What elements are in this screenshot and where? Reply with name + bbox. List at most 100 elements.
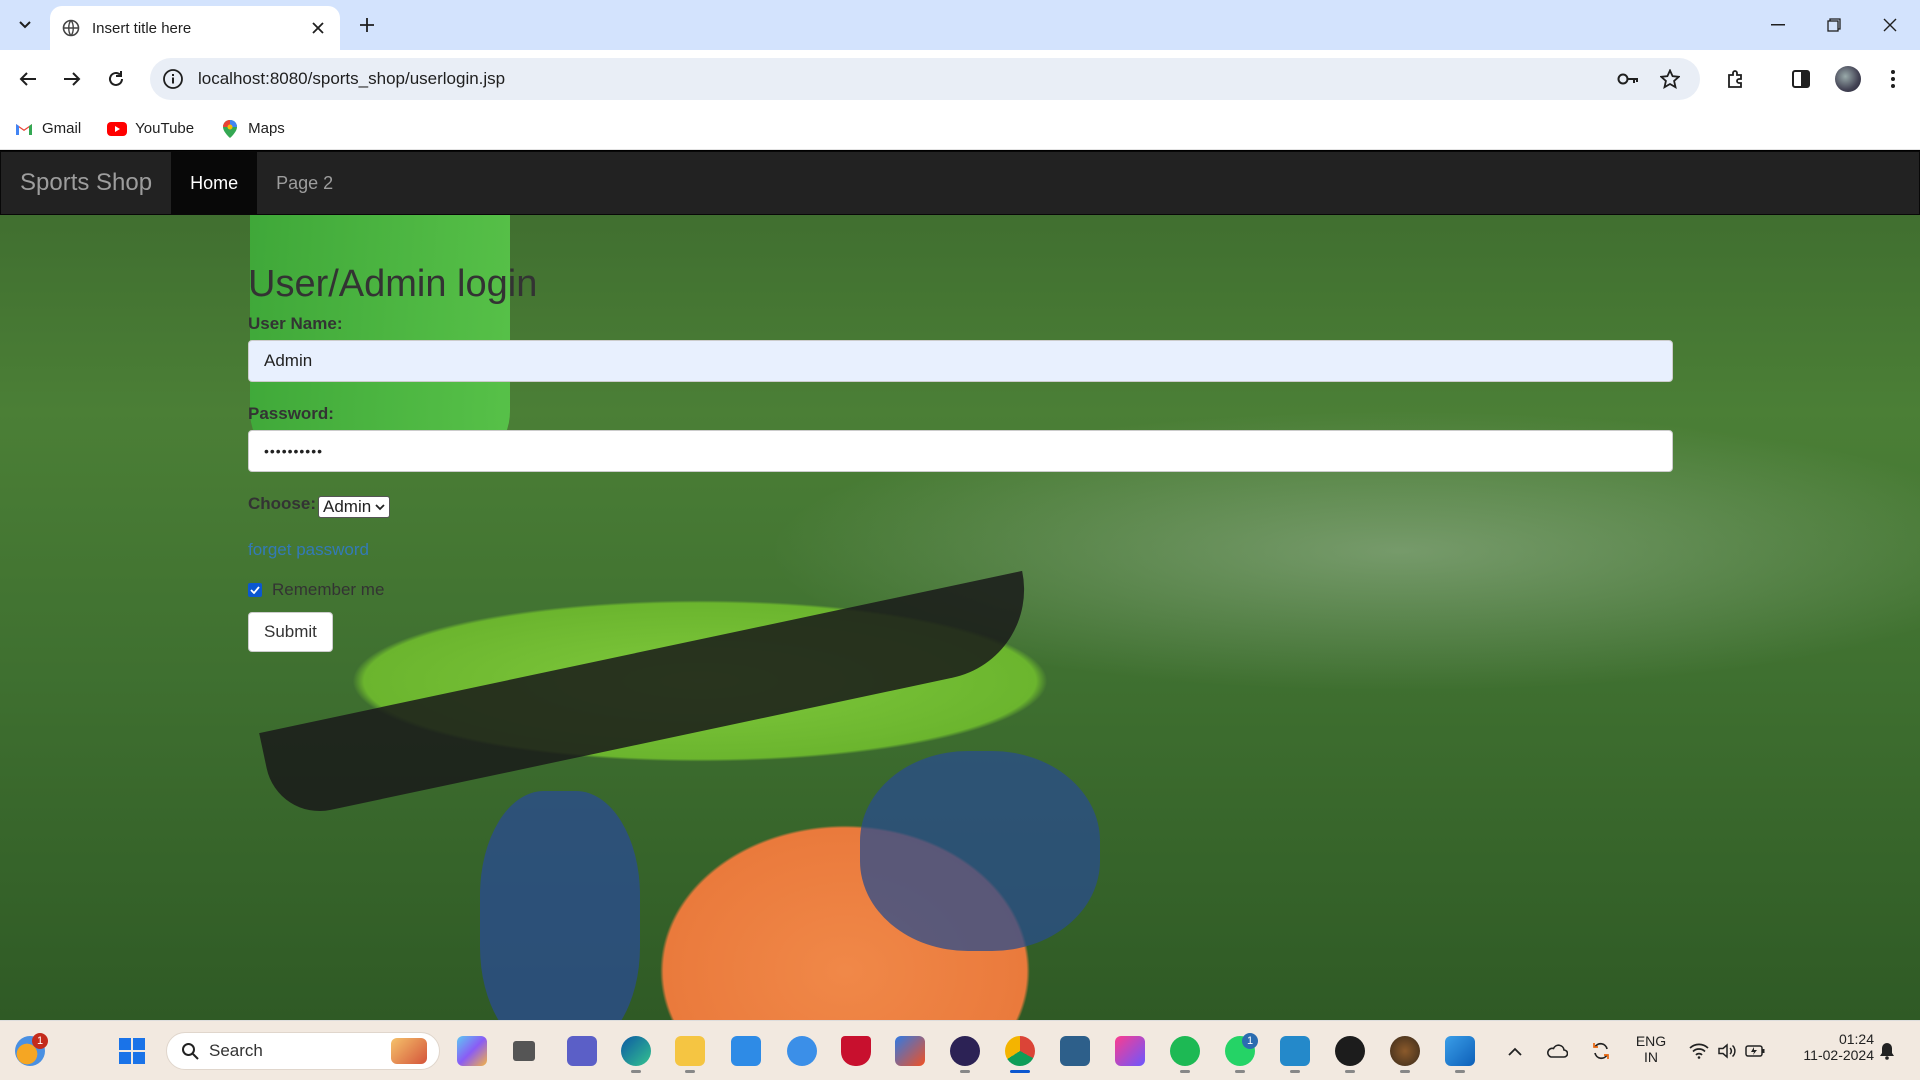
search-highlight-icon xyxy=(391,1038,427,1064)
taskbar-media-player[interactable] xyxy=(1330,1031,1370,1073)
start-button[interactable] xyxy=(112,1031,152,1071)
taskbar-teams[interactable] xyxy=(562,1031,602,1071)
running-indicator xyxy=(685,1070,695,1073)
password-label: Password: xyxy=(248,404,334,423)
site-info-icon[interactable] xyxy=(162,68,184,90)
wifi-tray[interactable] xyxy=(1686,1031,1712,1071)
restore-button[interactable] xyxy=(1806,0,1862,50)
taskbar-copilot[interactable] xyxy=(452,1031,492,1071)
role-select[interactable]: Admin xyxy=(318,496,391,518)
chevron-up-icon xyxy=(1508,1047,1522,1056)
puzzle-icon xyxy=(1728,70,1742,88)
profile-button[interactable] xyxy=(1831,62,1865,96)
bookmark-gmail[interactable]: Gmail xyxy=(14,120,81,137)
taskbar-edge[interactable] xyxy=(616,1031,656,1073)
choose-label: Choose: xyxy=(248,494,316,513)
url-text[interactable]: localhost:8080/sports_shop/userlogin.jsp xyxy=(198,69,1616,89)
taskbar-intellij[interactable] xyxy=(1110,1031,1150,1071)
mysql-icon xyxy=(1060,1036,1090,1066)
sync-tray[interactable] xyxy=(1586,1031,1616,1071)
nav-link-page-2[interactable]: Page 2 xyxy=(257,152,352,214)
copilot-icon xyxy=(457,1036,487,1066)
taskbar-myhp[interactable] xyxy=(726,1031,766,1071)
tab-title: Insert title here xyxy=(92,19,192,37)
onedrive-tray[interactable] xyxy=(1542,1031,1572,1071)
side-panel-button[interactable] xyxy=(1784,62,1818,96)
taskbar-spotify[interactable] xyxy=(1165,1031,1205,1073)
remember-me-checkbox[interactable] xyxy=(248,583,262,597)
taskbar-app[interactable] xyxy=(1385,1031,1425,1073)
new-tab-button[interactable] xyxy=(350,8,384,42)
sync-icon xyxy=(1593,1042,1609,1060)
chevron-down-icon xyxy=(375,503,385,510)
restore-icon xyxy=(1827,18,1841,32)
mcafee-icon xyxy=(841,1036,871,1066)
language-indicator[interactable]: ENG IN xyxy=(1628,1033,1674,1065)
weather-widget[interactable]: 1 xyxy=(10,1031,50,1071)
taskbar-chrome[interactable] xyxy=(1000,1031,1040,1073)
bookmark-maps[interactable]: Maps xyxy=(220,119,285,138)
taskbar-mysql-workbench[interactable] xyxy=(1055,1031,1095,1071)
background-image-ball-panel xyxy=(860,751,1100,951)
avatar xyxy=(1835,66,1861,92)
bookmark-label: YouTube xyxy=(135,120,195,137)
browser-toolbar: localhost:8080/sports_shop/userlogin.jsp xyxy=(0,50,1920,108)
address-bar[interactable]: localhost:8080/sports_shop/userlogin.jsp xyxy=(150,58,1700,100)
notification-badge: 1 xyxy=(32,1033,48,1049)
navbar-brand[interactable]: Sports Shop xyxy=(1,152,171,214)
forward-button[interactable] xyxy=(54,61,90,97)
chrome-icon xyxy=(1005,1036,1035,1066)
minimize-icon xyxy=(1771,24,1785,26)
taskbar-search[interactable]: Search xyxy=(166,1032,440,1070)
taskbar-store[interactable] xyxy=(890,1031,930,1071)
taskbar-whatsapp[interactable]: 1 xyxy=(1220,1031,1260,1073)
volume-tray[interactable] xyxy=(1714,1031,1740,1071)
taskbar-search-placeholder: Search xyxy=(209,1041,263,1060)
background-image-ball-panel xyxy=(480,791,640,1020)
minimize-button[interactable] xyxy=(1750,0,1806,50)
taskbar-photos[interactable] xyxy=(1440,1031,1480,1073)
close-window-button[interactable] xyxy=(1862,0,1918,50)
taskbar-mcafee[interactable] xyxy=(836,1031,876,1071)
help-icon xyxy=(787,1036,817,1066)
edge-icon xyxy=(621,1036,651,1066)
reload-button[interactable] xyxy=(98,61,134,97)
back-button[interactable] xyxy=(10,61,46,97)
notifications-button[interactable] xyxy=(1872,1031,1902,1071)
taskbar-file-explorer[interactable] xyxy=(670,1031,710,1073)
bookmark-star-icon[interactable] xyxy=(1658,67,1682,91)
running-indicator xyxy=(1400,1070,1410,1073)
taskbar-eclipse[interactable] xyxy=(945,1031,985,1073)
browser-tab[interactable]: Insert title here xyxy=(50,6,340,50)
remember-me-label: Remember me xyxy=(272,580,385,599)
app-icon xyxy=(1390,1036,1420,1066)
extensions-button[interactable] xyxy=(1719,62,1753,96)
bookmark-youtube[interactable]: YouTube xyxy=(107,120,194,137)
submit-button[interactable]: Submit xyxy=(248,612,333,652)
login-form: User/Admin login User Name: Admin Passwo… xyxy=(248,263,1673,652)
vscode-icon xyxy=(1280,1036,1310,1066)
close-tab-icon[interactable] xyxy=(308,18,328,38)
bookmark-label: Gmail xyxy=(42,120,82,137)
reload-icon xyxy=(109,71,123,86)
username-field[interactable]: Admin xyxy=(248,340,1673,382)
show-hidden-icons-button[interactable] xyxy=(1503,1031,1527,1071)
play-icon xyxy=(1335,1036,1365,1066)
taskbar-task-view[interactable] xyxy=(504,1031,544,1071)
username-label: User Name: xyxy=(248,314,343,333)
nav-link-home[interactable]: Home xyxy=(171,152,258,214)
password-field[interactable]: •••••••••• xyxy=(248,430,1673,472)
more-vert-icon xyxy=(1891,70,1895,88)
spotify-icon xyxy=(1170,1036,1200,1066)
password-key-icon[interactable] xyxy=(1616,67,1640,91)
plus-icon xyxy=(360,18,374,32)
clock[interactable]: 01:24 11-02-2024 xyxy=(1776,1031,1874,1063)
forget-password-link[interactable]: forget password xyxy=(248,540,1673,560)
gmail-icon xyxy=(14,121,34,137)
tab-search-button[interactable] xyxy=(8,8,42,42)
taskbar-vscode[interactable] xyxy=(1275,1031,1315,1073)
battery-tray[interactable] xyxy=(1742,1031,1768,1071)
browser-menu-button[interactable] xyxy=(1876,62,1910,96)
taskbar-help[interactable] xyxy=(782,1031,822,1071)
maps-icon xyxy=(220,119,240,138)
